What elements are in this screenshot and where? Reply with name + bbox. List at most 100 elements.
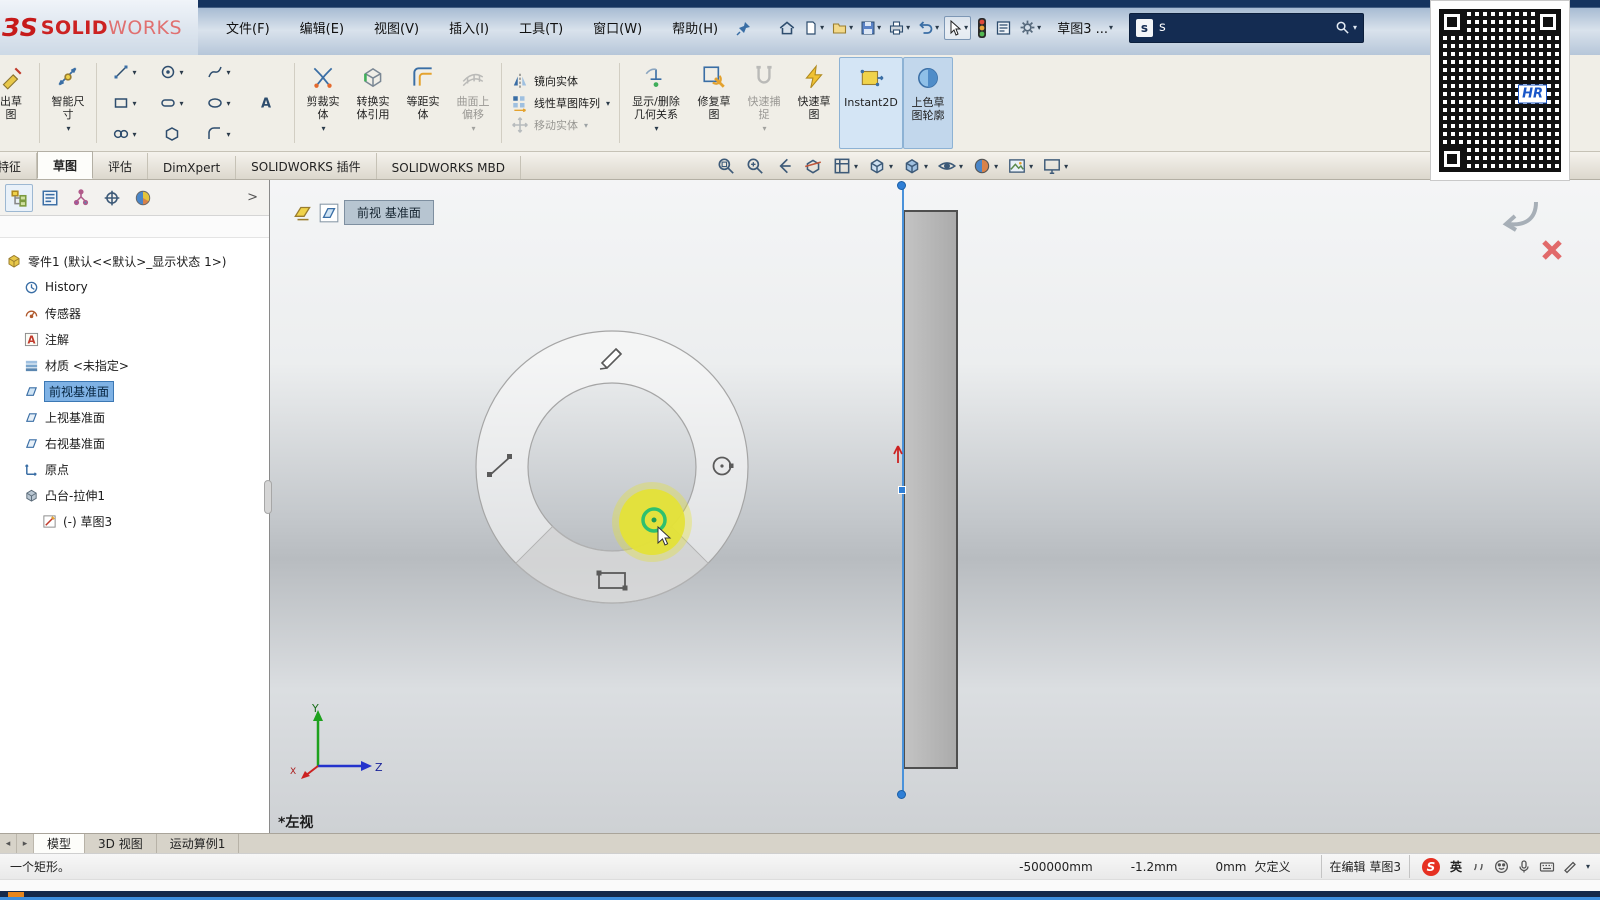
options-list-icon[interactable]: [993, 17, 1014, 39]
dimxpertmanager-tab[interactable]: [98, 184, 126, 212]
tree-item-origin[interactable]: 原点: [0, 456, 269, 482]
zoom-to-fit-icon[interactable]: [715, 155, 737, 177]
tree-item-right-plane[interactable]: 右视基准面: [0, 430, 269, 456]
ellipse-tool-caret[interactable]: ▾: [226, 99, 230, 108]
offset-entities-button[interactable]: 等距实 体: [398, 57, 448, 149]
edit-appearance-icon[interactable]: ▾: [971, 155, 999, 177]
repair-sketch-button[interactable]: 修复草 图: [689, 57, 739, 149]
document-caret[interactable]: ▾: [1109, 23, 1113, 32]
shaded-sketch-contours-button[interactable]: 上色草 图轮廓: [903, 57, 953, 149]
menu-window[interactable]: 窗口(W): [591, 15, 644, 40]
menu-insert[interactable]: 插入(I): [447, 15, 491, 40]
line-endpoint-top[interactable]: [897, 181, 906, 190]
pin-menu-icon[interactable]: [734, 17, 754, 39]
propertymanager-tab[interactable]: [36, 184, 64, 212]
search-submit[interactable]: ▾: [1335, 20, 1357, 35]
print-caret[interactable]: ▾: [906, 23, 910, 32]
fillet-tool-caret[interactable]: ▾: [226, 130, 230, 139]
spline-tool-caret[interactable]: ▾: [226, 68, 230, 77]
line-midpoint-handle[interactable]: [898, 486, 906, 494]
previous-view-icon[interactable]: [773, 155, 795, 177]
tab-scroll-left[interactable]: ◂: [0, 834, 17, 853]
oval-tool-button[interactable]: ▾: [102, 119, 148, 149]
ime-handwriting-icon[interactable]: [1563, 860, 1577, 874]
tree-item-annotations[interactable]: A 注解: [0, 326, 269, 352]
featuremanager-tab[interactable]: [5, 184, 33, 212]
tree-root-part[interactable]: 零件1 (默认<<默认>_显示状态 1>): [0, 248, 269, 274]
edit-appearance-caret[interactable]: ▾: [994, 162, 998, 171]
mirror-entities-button[interactable]: 镜向实体: [511, 72, 610, 90]
tab-sw-mbd[interactable]: SOLIDWORKS MBD: [377, 156, 521, 179]
exit-sketch-button[interactable]: 出草 图: [0, 57, 36, 149]
tree-item-sensors[interactable]: 传感器: [0, 300, 269, 326]
exit-sketch-corner-icon[interactable]: [1496, 194, 1542, 234]
search-caret[interactable]: ▾: [1353, 23, 1357, 32]
menu-view[interactable]: 视图(V): [372, 15, 421, 40]
apply-scene-icon[interactable]: ▾: [1006, 155, 1034, 177]
tab-evaluate[interactable]: 评估: [93, 153, 148, 179]
graphics-viewport[interactable]: 前视 基准面: [270, 180, 1600, 833]
breadcrumb-label[interactable]: 前视 基准面: [344, 200, 434, 225]
new-document-button[interactable]: ▾: [801, 17, 826, 39]
tree-item-material[interactable]: 材质 <未指定>: [0, 352, 269, 378]
text-tool-button[interactable]: A: [243, 88, 289, 118]
panel-splitter-handle[interactable]: [264, 480, 272, 514]
breadcrumb-sketch-icon[interactable]: [292, 202, 314, 224]
panel-expand-chevron[interactable]: >: [241, 190, 264, 205]
relations-caret[interactable]: ▾: [655, 124, 659, 133]
tab-3d-views[interactable]: 3D 视图: [85, 834, 157, 853]
convert-entities-button[interactable]: 转换实 体引用: [348, 57, 398, 149]
hide-show-items-icon[interactable]: ▾: [936, 155, 964, 177]
section-view-icon[interactable]: [802, 155, 824, 177]
tree-item-boss-extrude1[interactable]: 凸台-拉伸1: [0, 482, 269, 508]
editing-indicator[interactable]: 在编辑 草图3: [1321, 855, 1410, 878]
rapid-sketch-button[interactable]: 快速草 图: [789, 57, 839, 149]
part-body-slab[interactable]: [903, 210, 958, 769]
view-settings-icon[interactable]: ▾: [1041, 155, 1069, 177]
home-button[interactable]: [776, 16, 798, 40]
instant2d-button[interactable]: Instant2D: [839, 57, 903, 149]
search-scope-icon[interactable]: s: [1136, 19, 1153, 37]
ime-mic-icon[interactable]: [1517, 859, 1531, 874]
menu-file[interactable]: 文件(F): [224, 15, 272, 40]
ime-more-caret[interactable]: ▾: [1586, 862, 1590, 871]
polygon-tool-button[interactable]: [149, 119, 195, 149]
tab-model[interactable]: 模型: [34, 834, 85, 853]
slot-tool-caret[interactable]: ▾: [179, 99, 183, 108]
open-caret[interactable]: ▾: [849, 23, 853, 32]
slot-tool-button[interactable]: ▾: [149, 88, 195, 118]
oval-tool-caret[interactable]: ▾: [132, 130, 136, 139]
view-orientation-cube-icon[interactable]: ▾: [866, 155, 894, 177]
tab-motion-study[interactable]: 运动算例1: [157, 834, 240, 853]
fillet-tool-button[interactable]: ▾: [196, 119, 242, 149]
tab-dimxpert[interactable]: DimXpert: [148, 156, 236, 179]
mouse-gesture-wheel[interactable]: [474, 329, 750, 605]
select-tool-button[interactable]: ▾: [944, 16, 971, 40]
tree-item-sketch3[interactable]: (-) 草图3: [0, 508, 269, 534]
save-button[interactable]: ▾: [858, 17, 883, 39]
dynamic-reference-caret[interactable]: ▾: [854, 162, 858, 171]
circle-tool-caret[interactable]: ▾: [179, 68, 183, 77]
rectangle-tool-button[interactable]: ▾: [102, 88, 148, 118]
spline-tool-button[interactable]: ▾: [196, 57, 242, 87]
tree-item-history[interactable]: History: [0, 274, 269, 300]
smart-dimension-caret[interactable]: ▾: [66, 124, 70, 133]
view-orientation-caret[interactable]: ▾: [889, 162, 893, 171]
save-caret[interactable]: ▾: [877, 23, 881, 32]
rectangle-tool-caret[interactable]: ▾: [132, 99, 136, 108]
undo-caret[interactable]: ▾: [935, 23, 939, 32]
linear-pattern-caret[interactable]: ▾: [606, 99, 610, 108]
display-delete-relations-button[interactable]: 显示/删除 几何关系 ▾: [623, 57, 689, 149]
line-tool-button[interactable]: ▾: [102, 57, 148, 87]
tree-item-front-plane[interactable]: 前视基准面: [0, 378, 269, 404]
smart-dimension-button[interactable]: 智能尺 寸 ▾: [43, 57, 93, 149]
view-settings-caret[interactable]: ▾: [1064, 162, 1068, 171]
configurationmanager-tab[interactable]: [67, 184, 95, 212]
trim-entities-button[interactable]: 剪裁实 体 ▾: [298, 57, 348, 149]
displaymanager-tab[interactable]: [129, 184, 157, 212]
tab-scroll-right[interactable]: ▸: [17, 834, 34, 853]
menu-help[interactable]: 帮助(H): [670, 15, 720, 40]
tab-sw-addins[interactable]: SOLIDWORKS 插件: [236, 153, 376, 179]
trim-caret[interactable]: ▾: [321, 124, 325, 133]
hide-show-caret[interactable]: ▾: [959, 162, 963, 171]
